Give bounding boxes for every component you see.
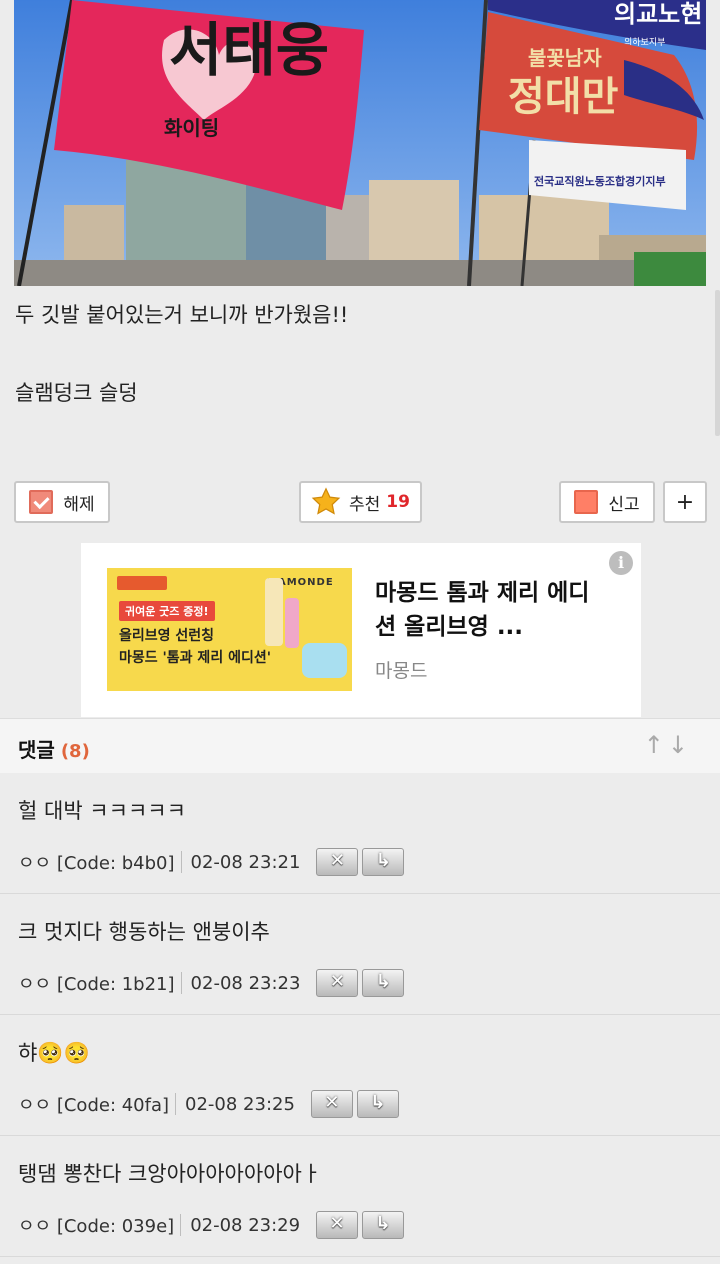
divider [180, 972, 182, 994]
ad-banner-line-2: 마몽드 '톰과 제리 에디션' [119, 650, 271, 666]
recommend-button[interactable]: 추천 19 [299, 481, 422, 523]
comment-text: 탱댐 뽕찬다 크앙아아아아아아아ㅏ [18, 1162, 322, 1186]
report-button[interactable]: 신고 [559, 481, 655, 523]
comment-item: 크 멋지다 행동하는 앤붕이추 ㅇㅇ [Code: 1b21] 02-08 23… [0, 894, 720, 1015]
comments-title: 댓글 (8) [18, 734, 90, 763]
report-icon [574, 490, 599, 514]
reply-arrow-icon: ↳ [370, 1092, 386, 1113]
recommend-label: 추천 [349, 494, 381, 515]
divider [180, 851, 182, 873]
comment-item: 탱댐 뽕찬다 크앙아아아아아아아ㅏ ㅇㅇ [Code: 039e] 02-08 … [0, 1136, 720, 1257]
comment-time: 02-08 23:23 [190, 972, 301, 994]
ad-banner-line-1: 올리브영 선런칭 [119, 628, 215, 644]
comment-item: 햐🥺🥺 ㅇㅇ [Code: 40fa] 02-08 23:25 ✕ ↳ [0, 1015, 720, 1136]
flag-lower-text: 전국교직원노동조합경기지부 [534, 174, 666, 188]
comment-author: ㅇㅇ [Code: 1b21] [18, 974, 175, 995]
recommend-count: 19 [386, 492, 410, 512]
product-jar-icon [302, 643, 347, 678]
delete-comment-button[interactable]: ✕ [316, 848, 359, 876]
product-bottle-icon [285, 598, 299, 648]
flag-right-text: 정대만 [508, 73, 619, 120]
report-label: 신고 [608, 494, 640, 515]
ad-title[interactable]: 마몽드 톰과 제리 에디션 올리브영 ... [375, 576, 605, 644]
post-photo: 서태웅 화이팅 의교노현 의하보지부 정대만 불꽃남자 전국교직원노동조합경기지… [14, 0, 706, 286]
reply-arrow-icon: ↳ [375, 850, 391, 871]
unvote-label: 해제 [63, 494, 95, 515]
plus-icon: + [675, 489, 695, 515]
close-icon: ✕ [329, 1213, 345, 1234]
comment-time: 02-08 23:29 [190, 1214, 301, 1236]
post-body-line-1: 두 깃발 붙어있는거 보니까 반가웠음!! [15, 303, 349, 327]
comments-count: (8) [60, 741, 90, 762]
scrollbar[interactable] [715, 290, 720, 436]
comment-text: 헐 대박 ㅋㅋㅋㅋㅋ [18, 799, 186, 823]
divider [180, 1214, 182, 1236]
reply-comment-button[interactable]: ↳ [362, 969, 405, 997]
reply-comment-button[interactable]: ↳ [362, 848, 405, 876]
flag-left-text: 서태웅 [169, 16, 329, 84]
ad-advertiser: 마몽드 [375, 660, 428, 682]
product-tube-icon [265, 578, 283, 646]
more-button[interactable]: + [663, 481, 707, 523]
comment-time: 02-08 23:25 [185, 1093, 295, 1115]
delete-comment-button[interactable]: ✕ [316, 1211, 359, 1239]
ad-logo-icon [117, 576, 167, 590]
info-icon[interactable]: i [609, 551, 633, 575]
comments-label: 댓글 [18, 738, 55, 762]
close-icon: ✕ [324, 1092, 340, 1113]
sort-icon[interactable]: ↑↓ [644, 731, 692, 759]
close-icon: ✕ [329, 850, 345, 871]
divider [175, 1093, 177, 1115]
delete-comment-button[interactable]: ✕ [316, 969, 359, 997]
comment-author: ㅇㅇ [Code: 039e] [18, 1216, 175, 1237]
reply-comment-button[interactable]: ↳ [362, 1211, 405, 1239]
ad-card[interactable]: MAMONDE 귀여운 굿즈 증정! 올리브영 선런칭 마몽드 '톰과 제리 에… [81, 543, 641, 717]
close-icon: ✕ [329, 971, 345, 992]
post-body-line-2: 슬램덩크 슬덩 [15, 381, 138, 405]
comment-text: 크 멋지다 행동하는 앤붕이추 [18, 920, 270, 944]
comment-author: ㅇㅇ [Code: b4b0] [18, 853, 175, 874]
flag-top-text: 의교노현 [614, 0, 702, 28]
checkbox-icon [29, 490, 54, 514]
flag-right-sub: 불꽃남자 [528, 46, 602, 70]
flag-left-sub: 화이팅 [164, 116, 219, 140]
comments-header: 댓글 (8) ↑↓ [0, 718, 720, 774]
unvote-button[interactable]: 해제 [14, 481, 110, 523]
ad-banner-image[interactable]: MAMONDE 귀여운 굿즈 증정! 올리브영 선런칭 마몽드 '톰과 제리 에… [107, 568, 352, 691]
comment-author: ㅇㅇ [Code: 40fa] [18, 1095, 170, 1116]
comment-time: 02-08 23:21 [190, 851, 301, 873]
reply-arrow-icon: ↳ [375, 1213, 391, 1234]
comment-text: 햐🥺🥺 [18, 1041, 90, 1065]
star-icon [311, 487, 341, 515]
comment-item: 헐 대박 ㅋㅋㅋㅋㅋ ㅇㅇ [Code: b4b0] 02-08 23:21 ✕… [0, 773, 720, 894]
delete-comment-button[interactable]: ✕ [310, 1090, 353, 1118]
reply-comment-button[interactable]: ↳ [356, 1090, 399, 1118]
reply-arrow-icon: ↳ [375, 971, 391, 992]
ad-banner-tag: 귀여운 굿즈 증정! [119, 601, 215, 621]
